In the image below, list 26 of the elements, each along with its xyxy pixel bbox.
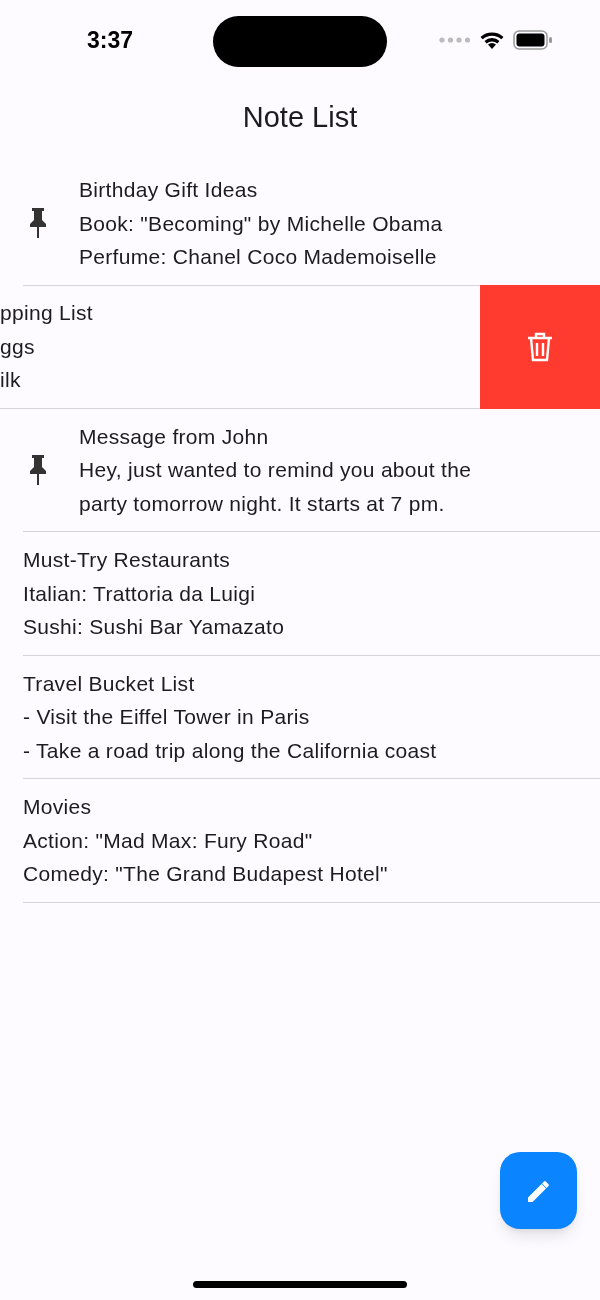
note-text: Sushi: Sushi Bar Yamazato xyxy=(23,614,285,640)
note-text: Book: "Becoming" by Michelle Obama xyxy=(79,210,443,237)
note-text: Action: "Mad Max: Fury Road" xyxy=(23,827,314,854)
wifi-icon xyxy=(479,30,505,50)
status-time: 3:37 xyxy=(87,25,134,55)
note-text: pping List xyxy=(0,300,93,327)
note-text: Message from John xyxy=(79,423,270,450)
trash-icon xyxy=(527,331,553,362)
note-text: Travel Bucket List xyxy=(23,670,196,697)
note-text: Comedy: "The Grand Budapest Hotel" xyxy=(23,861,388,887)
delete-button[interactable] xyxy=(480,284,600,409)
note-text: - Visit the Eiffel Tower in Paris xyxy=(23,704,311,730)
note-text: Must-Try Restaurants xyxy=(23,547,232,573)
battery-icon xyxy=(513,30,553,50)
note-text: Birthday Gift Ideas xyxy=(79,177,259,203)
note-text: Hey, just wanted to remind you about the xyxy=(79,457,472,483)
signal-icon xyxy=(439,37,471,43)
note-text: ggs xyxy=(0,333,36,360)
note-text: - Take a road trip along the California coast xyxy=(23,737,437,764)
note-text: party tomorrow night. It starts at 7 pm. xyxy=(79,490,446,517)
note-text: Movies xyxy=(23,794,93,820)
note-text: Italian: Trattoria da Luigi xyxy=(23,580,257,607)
compose-button[interactable] xyxy=(500,1152,577,1229)
page-title: Note List xyxy=(242,100,358,136)
note-text: ilk xyxy=(0,367,22,394)
note-text: Perfume: Chanel Coco Mademoiselle xyxy=(79,244,438,270)
